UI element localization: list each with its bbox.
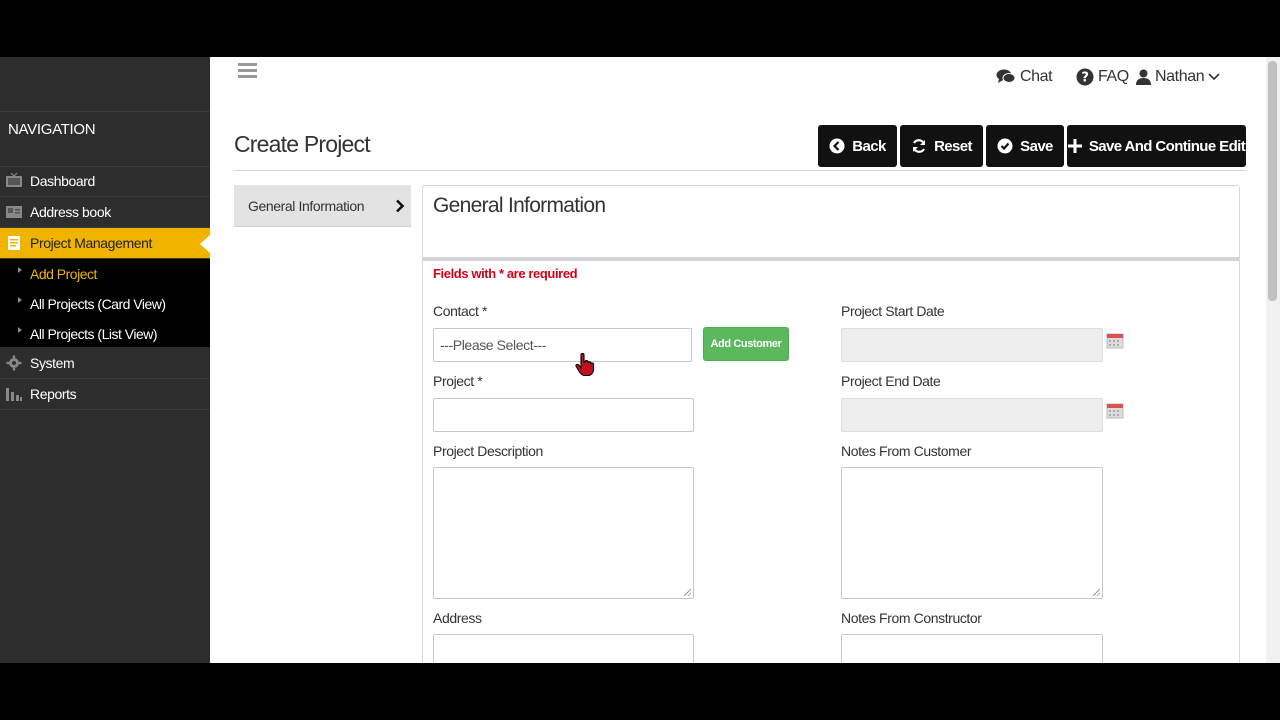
question-icon: ? — [1076, 68, 1094, 86]
page-scrollbar-thumb[interactable] — [1268, 61, 1277, 301]
sidebar-item-system[interactable]: System — [0, 348, 210, 379]
panel-title: General Information — [433, 194, 606, 217]
reset-button[interactable]: Reset — [900, 125, 983, 167]
sidebar-item-label: Reports — [30, 386, 77, 402]
sidebar-item-reports[interactable]: Reports — [0, 379, 210, 410]
arrow-left-circle-icon — [829, 138, 845, 154]
calendar-icon[interactable] — [1106, 401, 1124, 419]
caret-right-icon — [18, 327, 22, 333]
menu-toggle-icon[interactable] — [238, 63, 257, 79]
submenu-item-list-view[interactable]: All Projects (List View) — [0, 319, 210, 349]
sidebar-item-label: Project Management — [30, 235, 152, 251]
sidebar-item-label: Dashboard — [30, 173, 95, 189]
submenu-item-add-project[interactable]: Add Project — [0, 259, 210, 289]
panel-divider — [423, 257, 1239, 261]
notes-constructor-label: Notes From Constructor — [841, 610, 982, 626]
refresh-icon — [913, 139, 926, 153]
contact-label: Contact * — [433, 303, 487, 319]
notes-constructor-textarea[interactable] — [841, 634, 1103, 663]
tab-general-information[interactable]: General Information — [234, 185, 411, 227]
chevron-down-icon — [1208, 73, 1220, 81]
header-divider — [234, 170, 1246, 171]
end-date-label: Project End Date — [841, 373, 941, 389]
reset-label: Reset — [934, 137, 972, 155]
submenu-project-management: Add Project All Projects (Card View) All… — [0, 259, 210, 347]
address-textarea[interactable] — [433, 634, 694, 663]
chat-icon — [996, 69, 1016, 83]
caret-right-icon — [18, 267, 22, 273]
calendar-icon[interactable] — [1106, 331, 1124, 349]
chat-label: Chat — [1020, 68, 1053, 85]
save-label: Save — [1020, 137, 1053, 155]
sidebar: NAVIGATION Dashboard Address book Projec… — [0, 57, 210, 663]
back-button[interactable]: Back — [818, 125, 897, 167]
sidebar-item-label: Address book — [30, 204, 111, 220]
start-date-label: Project Start Date — [841, 303, 945, 319]
svg-text:?: ? — [1081, 71, 1088, 86]
contact-select[interactable]: ---Please Select--- — [433, 328, 692, 362]
check-circle-icon — [997, 138, 1013, 154]
description-label: Project Description — [433, 443, 543, 459]
user-icon — [1136, 69, 1151, 85]
description-textarea[interactable] — [433, 467, 694, 599]
save-continue-button[interactable]: Save And Continue Edit — [1067, 125, 1246, 167]
save-button[interactable]: Save — [986, 125, 1064, 167]
project-label: Project * — [433, 373, 483, 389]
caret-right-icon — [18, 297, 22, 303]
tab-label: General Information — [248, 197, 365, 214]
start-date-input[interactable] — [841, 328, 1103, 362]
notes-customer-textarea[interactable] — [841, 467, 1103, 599]
sidebar-item-dashboard[interactable]: Dashboard — [0, 166, 210, 197]
user-name: Nathan — [1155, 68, 1205, 85]
sidebar-item-project-management[interactable]: Project Management — [0, 228, 210, 259]
end-date-input[interactable] — [841, 398, 1103, 432]
sidebar-item-label: System — [30, 355, 75, 371]
resize-handle-icon[interactable] — [1093, 589, 1100, 596]
user-menu[interactable]: Nathan — [1136, 67, 1224, 87]
plus-icon — [1067, 139, 1082, 153]
nav-header — [0, 111, 210, 167]
back-label: Back — [852, 137, 886, 155]
nav-title: NAVIGATION — [8, 121, 96, 138]
add-customer-button[interactable]: Add Customer — [703, 327, 789, 361]
address-label: Address — [433, 610, 482, 626]
save-continue-label: Save And Continue Edit — [1088, 137, 1246, 155]
required-note: Fields with * are required — [433, 266, 578, 281]
page-title: Create Project — [234, 131, 371, 157]
chevron-right-icon — [396, 199, 405, 212]
address-book-icon — [6, 206, 22, 218]
resize-handle-icon[interactable] — [684, 589, 691, 596]
contact-select-value: ---Please Select--- — [440, 337, 546, 353]
submenu-item-label: All Projects (List View) — [30, 326, 158, 342]
submenu-item-label: Add Project — [30, 266, 97, 282]
gear-icon — [6, 355, 22, 371]
submenu-item-label: All Projects (Card View) — [30, 296, 166, 312]
general-information-panel: General Information Fields with * are re… — [422, 185, 1240, 663]
hand-cursor-icon — [575, 353, 595, 377]
chat-link[interactable]: Chat — [996, 67, 1053, 87]
submenu-item-card-view[interactable]: All Projects (Card View) — [0, 289, 210, 319]
notes-customer-label: Notes From Customer — [841, 443, 972, 459]
app-window: NAVIGATION Dashboard Address book Projec… — [0, 57, 1280, 663]
tv-icon — [6, 173, 22, 187]
bar-chart-icon — [6, 388, 22, 401]
project-input[interactable] — [433, 398, 694, 432]
faq-label: FAQ — [1098, 68, 1129, 85]
sidebar-item-address-book[interactable]: Address book — [0, 197, 210, 228]
document-icon — [8, 236, 20, 250]
faq-link[interactable]: ? FAQ — [1076, 67, 1129, 87]
